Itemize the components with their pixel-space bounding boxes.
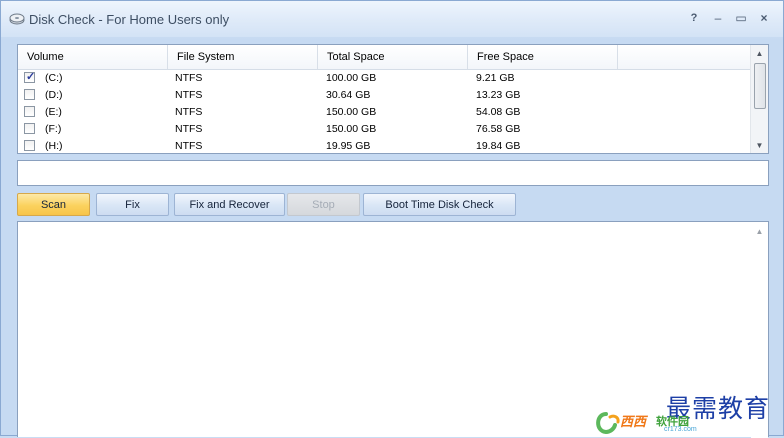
close-icon[interactable]: × (757, 11, 771, 25)
column-header-free-space[interactable]: Free Space (468, 45, 618, 69)
volume-fs: NTFS (175, 140, 203, 152)
volume-fs: NTFS (175, 89, 203, 101)
scroll-up-icon[interactable]: ▲ (751, 227, 768, 236)
title-bar: Disk Check - For Home Users only ? ‒ ▭ × (1, 1, 783, 37)
volume-total: 150.00 GB (326, 106, 377, 118)
stop-button: Stop (287, 193, 360, 216)
volume-fs: NTFS (175, 106, 203, 118)
volume-checkbox[interactable] (24, 123, 35, 134)
volume-list-header: Volume File System Total Space Free Spac… (18, 45, 750, 70)
volume-checkbox[interactable]: ✓ (24, 71, 36, 83)
boot-time-disk-check-button[interactable]: Boot Time Disk Check (363, 193, 516, 216)
table-row[interactable]: (D:) NTFS 30.64 GB 13.23 GB (18, 87, 750, 104)
volume-free: 19.84 GB (476, 140, 521, 152)
maximize-icon[interactable]: ▭ (734, 11, 748, 25)
disk-check-window: Disk Check - For Home Users only ? ‒ ▭ ×… (0, 0, 784, 438)
minimize-icon[interactable]: ‒ (711, 11, 725, 25)
status-field (17, 160, 769, 186)
scan-button[interactable]: Scan (17, 193, 90, 216)
checkmark-icon: ✓ (26, 71, 36, 83)
volume-total: 30.64 GB (326, 89, 371, 101)
volume-checkbox[interactable] (24, 140, 35, 151)
column-header-file-system[interactable]: File System (168, 45, 318, 69)
volume-free: 13.23 GB (476, 89, 521, 101)
volume-fs: NTFS (175, 72, 203, 84)
scroll-down-icon[interactable]: ▼ (751, 141, 768, 150)
volume-list-scrollbar[interactable]: ▲ ▼ (750, 45, 768, 153)
column-header-total-space[interactable]: Total Space (318, 45, 468, 69)
volume-total: 150.00 GB (326, 123, 377, 135)
help-icon[interactable]: ? (687, 11, 701, 25)
volume-checkbox[interactable] (24, 89, 35, 100)
volume-rows: ✓ (C:) NTFS 100.00 GB 9.21 GB (D:) NTFS … (18, 70, 750, 153)
window-title: Disk Check - For Home Users only (29, 12, 230, 27)
volume-name: (E:) (45, 106, 62, 118)
scrollbar-thumb[interactable] (754, 63, 766, 109)
volume-free: 9.21 GB (476, 72, 515, 84)
volume-free: 76.58 GB (476, 123, 521, 135)
volume-name: (F:) (45, 123, 62, 135)
table-row[interactable]: ✓ (C:) NTFS 100.00 GB 9.21 GB (18, 70, 750, 87)
volume-checkbox[interactable] (24, 106, 35, 117)
fix-button[interactable]: Fix (96, 193, 169, 216)
volume-free: 54.08 GB (476, 106, 521, 118)
volume-list[interactable]: Volume File System Total Space Free Spac… (17, 44, 769, 154)
disk-app-icon (9, 13, 25, 25)
table-row[interactable]: (H:) NTFS 19.95 GB 19.84 GB (18, 138, 750, 153)
column-header-volume[interactable]: Volume (18, 45, 168, 69)
volume-fs: NTFS (175, 123, 203, 135)
volume-total: 100.00 GB (326, 72, 377, 84)
volume-name: (H:) (45, 140, 63, 152)
volume-name: (D:) (45, 89, 63, 101)
volume-name: (C:) (45, 72, 63, 84)
table-row[interactable]: (F:) NTFS 150.00 GB 76.58 GB (18, 121, 750, 138)
watermark: 最需教育 西西 软件园 cr173.com (592, 389, 782, 435)
fix-and-recover-button[interactable]: Fix and Recover (174, 193, 285, 216)
volume-total: 19.95 GB (326, 140, 371, 152)
watermark-logo-text: 西西 (620, 414, 647, 429)
scroll-up-icon[interactable]: ▲ (751, 49, 768, 58)
table-row[interactable]: (E:) NTFS 150.00 GB 54.08 GB (18, 104, 750, 121)
watermark-url: cr173.com (664, 426, 697, 433)
